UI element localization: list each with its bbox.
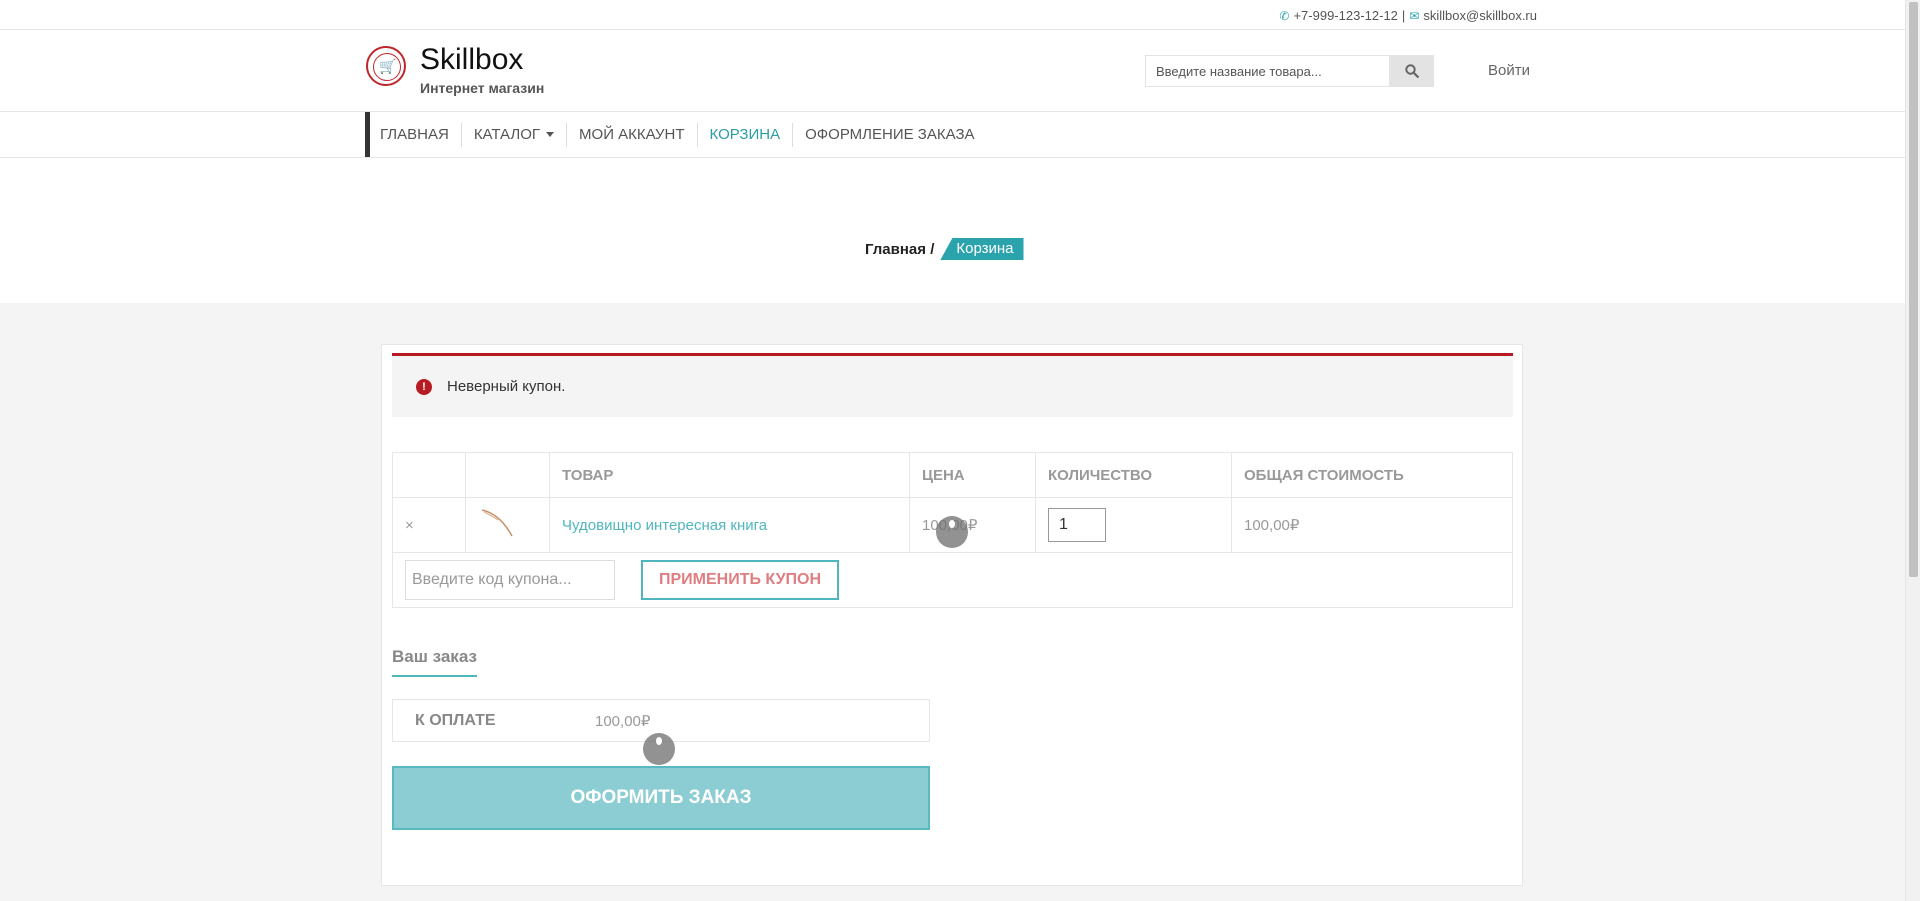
contacts: ✆ +7-999-123-12-12 | ✉ skillbox@skillbox… xyxy=(1279,8,1537,23)
apply-coupon-button[interactable]: Применить купон xyxy=(641,560,839,600)
cart-card: ! Неверный купон. Товар Цена Количество … xyxy=(381,344,1523,886)
quantity-cell xyxy=(1035,497,1232,553)
product-thumbnail[interactable] xyxy=(465,497,550,553)
brand-name: Skillbox xyxy=(420,43,524,76)
exclamation-icon: ! xyxy=(416,378,432,395)
quantity-input[interactable] xyxy=(1048,508,1106,542)
coupon-row: Применить купон xyxy=(392,552,1513,608)
product-link[interactable]: Чудовищно интересная книга xyxy=(562,517,767,534)
column-header-quantity: Количество xyxy=(1035,452,1232,498)
remove-item-button[interactable]: × xyxy=(392,497,466,553)
nav-item-my-account[interactable]: Мой аккаунт xyxy=(566,122,696,147)
total-value: 100,00₽ xyxy=(595,712,651,730)
column-header-thumbnail xyxy=(465,452,550,498)
total-label: К оплате xyxy=(415,711,496,729)
contact-separator: | xyxy=(1401,8,1406,23)
top-contact-bar: ✆ +7-999-123-12-12 | ✉ skillbox@skillbox… xyxy=(0,0,1905,30)
order-summary-title: Ваш заказ xyxy=(392,647,477,677)
product-image xyxy=(481,509,513,537)
product-name-cell: Чудовищно интересная книга xyxy=(549,497,910,553)
page-hero: Главная / Корзина xyxy=(0,158,1905,303)
error-alert: ! Неверный купон. xyxy=(392,353,1513,417)
column-header-remove xyxy=(392,452,466,498)
checkout-button[interactable]: Оформить заказ xyxy=(392,766,930,830)
coupon-code-input[interactable] xyxy=(405,560,615,600)
nav-item-home[interactable]: Главная xyxy=(370,123,461,147)
touch-indicator-icon xyxy=(643,733,675,765)
search-icon xyxy=(1405,64,1419,78)
alert-message: Неверный купон. xyxy=(447,378,566,395)
breadcrumb-home[interactable]: Главная / xyxy=(865,241,934,258)
email-address[interactable]: skillbox@skillbox.ru xyxy=(1423,8,1537,23)
search-button[interactable] xyxy=(1390,55,1434,87)
login-link[interactable]: Войти xyxy=(1488,62,1530,79)
nav-item-cart[interactable]: Корзина xyxy=(696,122,793,147)
coupon-cell: Применить купон xyxy=(392,552,1513,608)
phone-number[interactable]: +7-999-123-12-12 xyxy=(1293,8,1397,23)
table-header-row: Товар Цена Количество Общая стоимость xyxy=(392,452,1513,498)
scrollbar-thumb[interactable] xyxy=(1909,2,1918,577)
breadcrumb: Главная / Корзина xyxy=(865,238,1024,260)
vertical-scrollbar[interactable] xyxy=(1905,0,1920,901)
column-header-subtotal: Общая стоимость xyxy=(1231,452,1513,498)
site-header: 🛒 Skillbox Интернет магазин Войти xyxy=(0,30,1905,112)
touch-indicator-icon xyxy=(936,516,968,548)
column-header-price: Цена xyxy=(909,452,1036,498)
breadcrumb-current: Корзина xyxy=(940,238,1024,260)
brand-tagline: Интернет магазин xyxy=(420,80,545,96)
nav-item-catalog[interactable]: Каталог xyxy=(460,122,566,147)
main-nav: Главная Каталог Мой аккаунт Корзина Офор… xyxy=(0,112,1905,158)
search-input[interactable] xyxy=(1145,55,1390,87)
envelope-icon: ✉ xyxy=(1409,8,1420,23)
product-subtotal: 100,00₽ xyxy=(1231,497,1513,553)
column-header-product: Товар xyxy=(549,452,910,498)
phone-icon: ✆ xyxy=(1279,8,1290,23)
cart-logo-icon: 🛒 xyxy=(366,46,406,86)
caret-down-icon xyxy=(546,132,555,138)
logo[interactable]: 🛒 Skillbox Интернет магазин xyxy=(366,44,544,96)
nav-item-checkout[interactable]: Оформление заказа xyxy=(792,122,986,147)
nav-item-catalog-label: Каталог xyxy=(473,125,541,143)
search-form xyxy=(1145,55,1434,87)
product-price: 100,00₽ xyxy=(909,497,1036,553)
